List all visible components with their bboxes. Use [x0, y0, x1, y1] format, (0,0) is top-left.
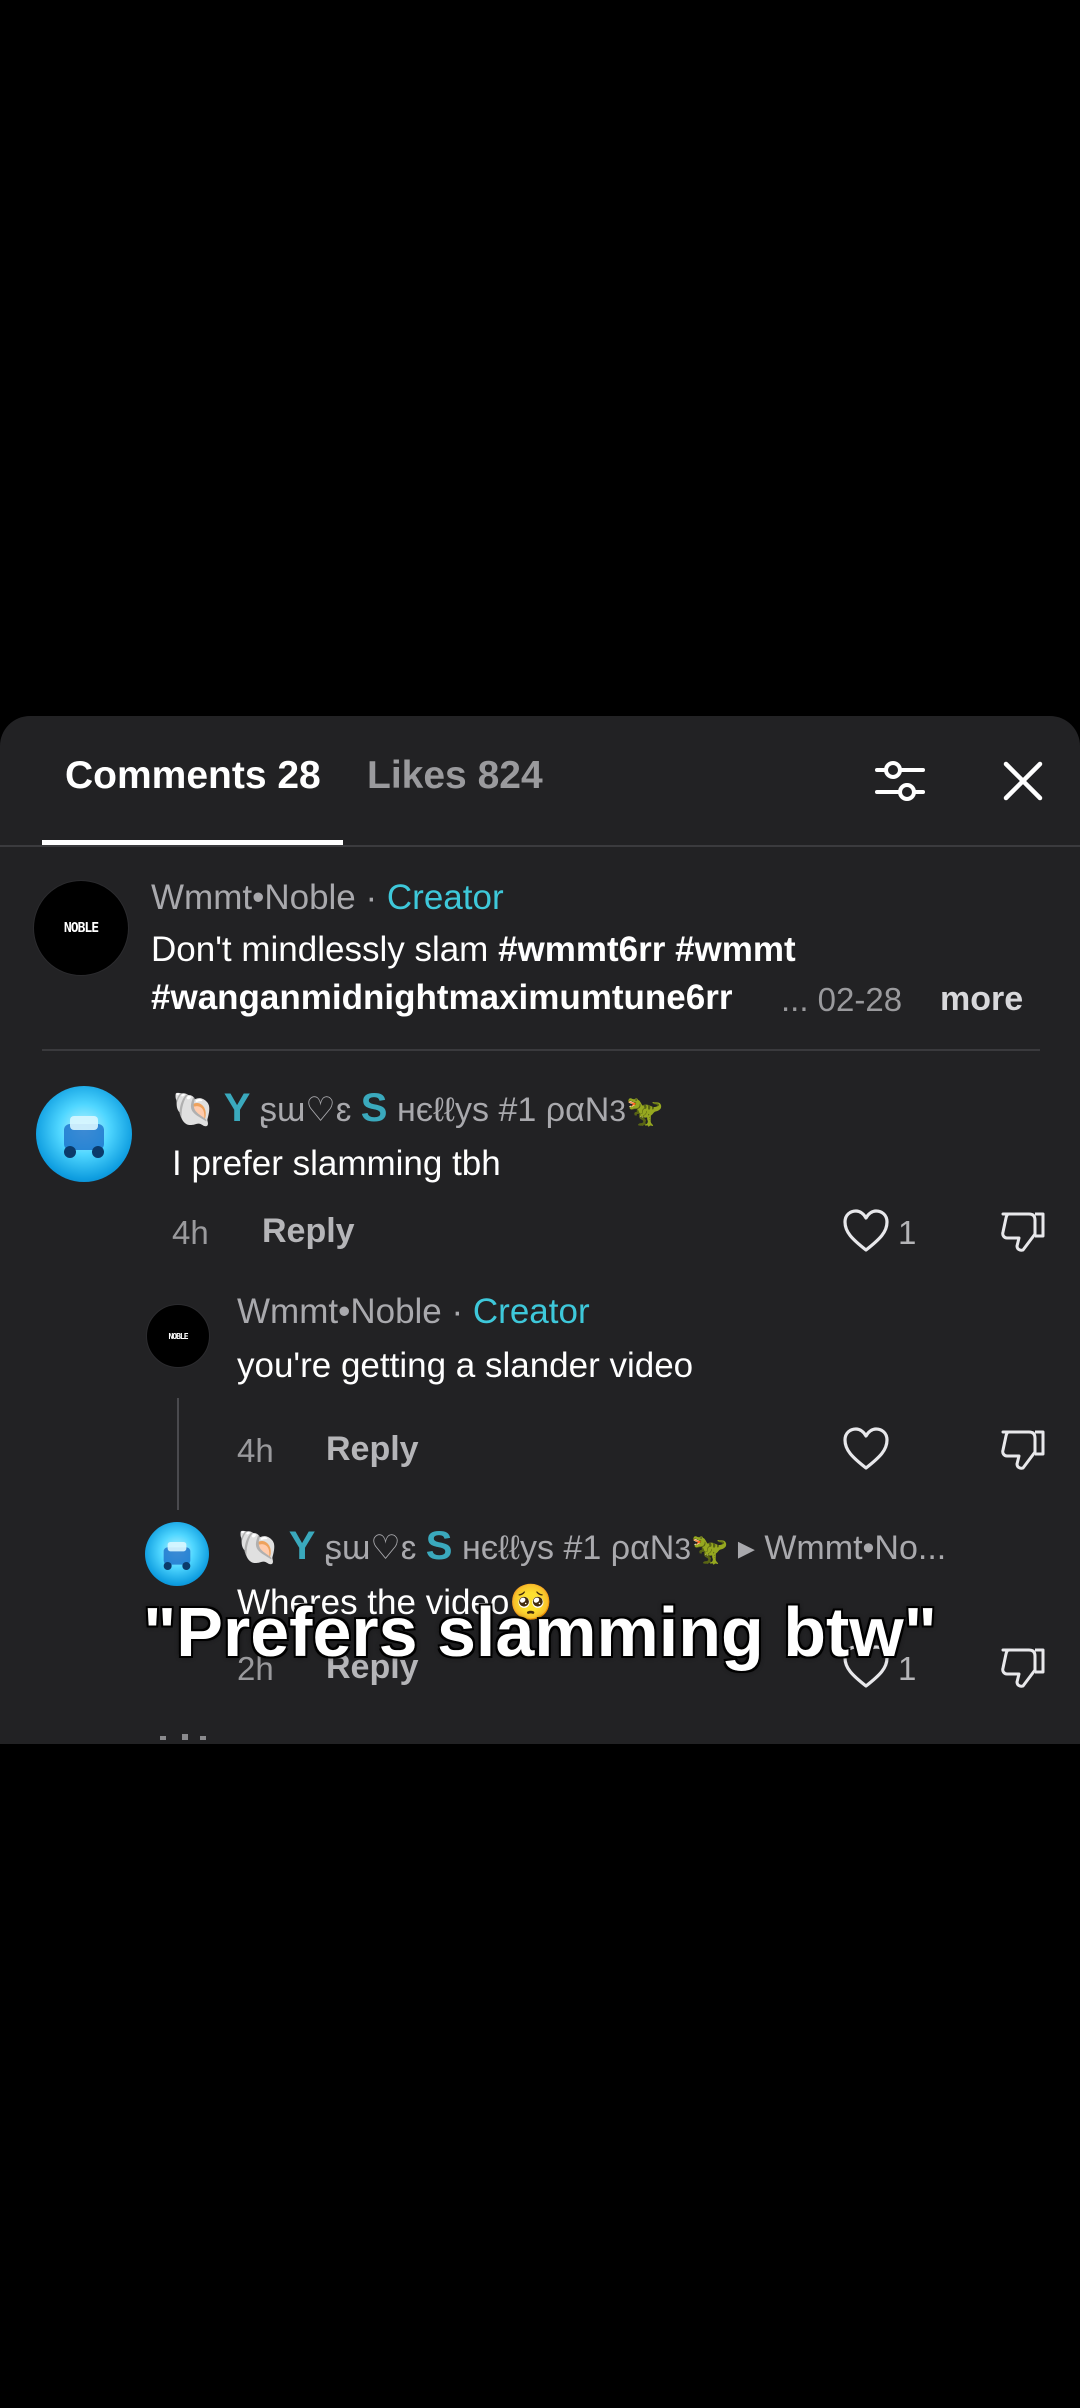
reply-arrow-icon: ▸: [737, 1529, 755, 1567]
username-text: Wmmt•Noble: [237, 1292, 442, 1331]
more-button[interactable]: more: [940, 980, 1023, 1019]
separator-dot: ·: [451, 1292, 464, 1331]
row-divider: [42, 1049, 1040, 1051]
comment-username[interactable]: 🐚 Y ʂɯ♡ɛ S нєℓℓуѕ #1 ραΝ3🦖: [172, 1086, 663, 1131]
avatar-logo-text: NOBLE: [168, 1331, 188, 1341]
username-emoji: 3🦖: [609, 1095, 664, 1128]
comment-text: you're getting a slander video: [237, 1346, 694, 1385]
comment-date: ... 02-28: [781, 981, 903, 1018]
comment-username[interactable]: Wmmt•Noble · Creator: [151, 878, 504, 918]
hashtag-link[interactable]: #wanganmidnightmaximumtune6rr: [151, 978, 732, 1017]
reply-button[interactable]: Reply: [326, 1430, 419, 1469]
comment-text: Don't mindlessly slam #wmmt6rr #wmmt: [151, 930, 796, 970]
username-part: нєℓℓуѕ #1 ραΝ: [396, 1091, 610, 1129]
reply-to-username[interactable]: Wmmt•No...: [764, 1529, 946, 1567]
comment-username[interactable]: Wmmt•Noble · Creator: [237, 1292, 590, 1332]
creator-badge: Creator: [472, 1292, 590, 1331]
video-caption-overlay: "Prefers slamming btw": [143, 1593, 937, 1671]
avatar[interactable]: NOBLE: [146, 1304, 210, 1368]
separator-dot: ·: [365, 878, 378, 917]
comment-time: 4h: [237, 1432, 274, 1469]
next-comment-peek: [160, 1734, 206, 1740]
username-text: Wmmt•Noble: [151, 878, 356, 917]
username-emoji: 🐚: [172, 1091, 215, 1129]
screen: Comments 28 Likes 824 NOBLE Wmmt•Noble ·…: [0, 0, 1080, 2408]
username-part: нєℓℓуѕ #1 ραΝ: [461, 1529, 675, 1567]
reply-button[interactable]: Reply: [262, 1212, 355, 1251]
avatar[interactable]: NOBLE: [33, 880, 129, 976]
dislike-icon[interactable]: [999, 1208, 1047, 1254]
username-part: Y: [223, 1086, 251, 1130]
avatar-car-image: [64, 1116, 104, 1158]
heart-icon[interactable]: [842, 1426, 890, 1472]
thread-line: [177, 1398, 179, 1510]
avatar-car-image: [163, 1542, 191, 1570]
username-part: S: [360, 1086, 388, 1130]
avatar-logo-text: NOBLE: [63, 920, 99, 936]
comment-time: 4h: [172, 1214, 209, 1251]
hashtag-link[interactable]: #wmmt: [675, 930, 796, 969]
username-part: Y: [288, 1524, 316, 1568]
comments-panel: Comments 28 Likes 824 NOBLE Wmmt•Noble ·…: [0, 716, 1080, 1744]
comment-text-line2: #wanganmidnightmaximumtune6rr: [151, 978, 732, 1018]
avatar[interactable]: [36, 1086, 132, 1182]
username-part: ʂɯ♡ɛ: [259, 1091, 352, 1129]
heart-icon[interactable]: [842, 1208, 890, 1254]
username-part: ʂɯ♡ɛ: [324, 1529, 417, 1567]
comment-username[interactable]: 🐚 Y ʂɯ♡ɛ S нєℓℓуѕ #1 ραΝ3🦖 ▸ Wmmt•No...: [237, 1524, 946, 1569]
video-background-bottom: [0, 1744, 1080, 2408]
username-emoji: 🐚: [237, 1529, 280, 1567]
hashtag-link[interactable]: #wmmt6rr: [498, 930, 665, 969]
username-part: S: [425, 1524, 453, 1568]
like-count: 1: [898, 1214, 917, 1251]
username-emoji: 3🦖: [674, 1533, 729, 1566]
comment-creator: NOBLE Wmmt•Noble · Creator Don't mindles…: [0, 716, 1080, 1052]
comment-text: I prefer slamming tbh: [172, 1144, 501, 1183]
comment-text-plain: Don't mindlessly slam: [151, 930, 499, 969]
creator-badge: Creator: [386, 878, 504, 917]
avatar[interactable]: [145, 1522, 209, 1586]
dislike-icon[interactable]: [999, 1426, 1047, 1472]
